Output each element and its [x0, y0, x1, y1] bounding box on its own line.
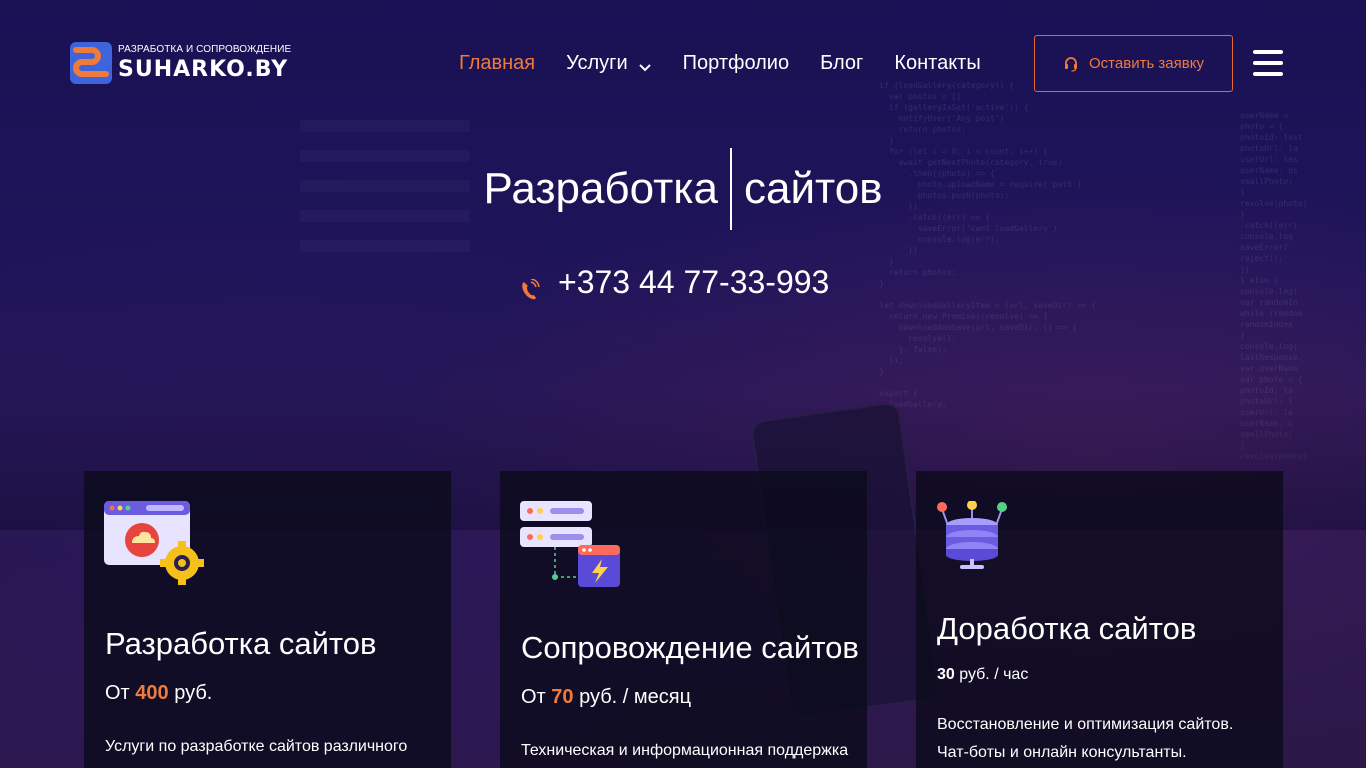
- request-button[interactable]: Оставить заявку: [1034, 35, 1233, 92]
- service-card-title: Доработка сайтов: [937, 611, 1197, 646]
- chevron-down-icon: [638, 57, 652, 71]
- nav-item-contacts[interactable]: Контакты: [894, 52, 980, 75]
- site-header: РАЗРАБОТКА И СОПРОВОЖДЕНИЕ SUHARKO.BY Гл…: [0, 0, 1366, 128]
- logo-name: SUHARKO.BY: [118, 57, 289, 82]
- service-card-price: От 400 руб.: [105, 682, 212, 705]
- request-button-label: Оставить заявку: [1089, 55, 1204, 72]
- service-card-development[interactable]: Разработка сайтов От 400 руб. Услуги по …: [84, 471, 451, 768]
- main-nav: Главная Услуги Портфолио Блог Контакты: [459, 52, 1012, 75]
- hamburger-menu-icon[interactable]: [1253, 50, 1283, 76]
- price-value: 30: [937, 666, 955, 683]
- service-card-description: Техническая и информационная поддержка: [521, 742, 849, 759]
- price-suffix: руб.: [168, 682, 213, 704]
- price-prefix: От: [521, 686, 552, 708]
- nav-item-portfolio[interactable]: Портфолио: [683, 52, 789, 75]
- headset-icon: [1063, 56, 1079, 72]
- phone-ringing-icon: [520, 272, 540, 299]
- logo-mark-icon: [70, 42, 112, 84]
- service-card-price: От 70 руб. / месяц: [521, 686, 691, 709]
- database-network-icon: [936, 500, 1008, 576]
- hero-phone[interactable]: +373 44 77-33-993: [520, 264, 829, 301]
- hero-title-word1: Разработка: [483, 164, 718, 213]
- hero-title: Разработка сайтов: [0, 148, 1366, 230]
- server-window-icon: [520, 501, 622, 596]
- service-card-price: 30 руб. / час: [937, 666, 1028, 684]
- service-card-description: Восстановление и оптимизация сайтов. Чат…: [937, 711, 1233, 767]
- price-value: 70: [551, 686, 574, 708]
- price-suffix: руб. / месяц: [573, 686, 692, 708]
- nav-item-blog[interactable]: Блог: [820, 52, 863, 75]
- logo-tagline: РАЗРАБОТКА И СОПРОВОЖДЕНИЕ: [118, 44, 292, 55]
- nav-item-services-label: Услуги: [566, 52, 628, 74]
- service-card-title: Сопровождение сайтов: [521, 630, 859, 665]
- service-card-support[interactable]: Сопровождение сайтов От 70 руб. / месяц …: [500, 471, 867, 768]
- hero-title-word2: сайтов: [743, 164, 883, 213]
- price-value: 400: [135, 682, 169, 704]
- nav-item-home[interactable]: Главная: [459, 52, 535, 75]
- description-line: Восстановление и оптимизация сайтов.: [937, 716, 1234, 733]
- nav-item-services[interactable]: Услуги: [566, 52, 652, 75]
- browser-gear-icon: [104, 501, 206, 592]
- price-suffix: руб. / час: [954, 666, 1029, 683]
- hero-title-divider: [729, 148, 732, 230]
- hero-phone-number: +373 44 77-33-993: [558, 264, 830, 300]
- description-line: Чат-боты и онлайн консультанты.: [937, 744, 1187, 761]
- service-card-improvement[interactable]: Доработка сайтов 30 руб. / час Восстанов…: [916, 471, 1283, 768]
- service-card-description: Услуги по разработке сайтов различного: [105, 738, 408, 755]
- service-card-title: Разработка сайтов: [105, 626, 377, 661]
- logo[interactable]: РАЗРАБОТКА И СОПРОВОЖДЕНИЕ SUHARKO.BY: [70, 42, 291, 84]
- price-prefix: От: [105, 682, 136, 704]
